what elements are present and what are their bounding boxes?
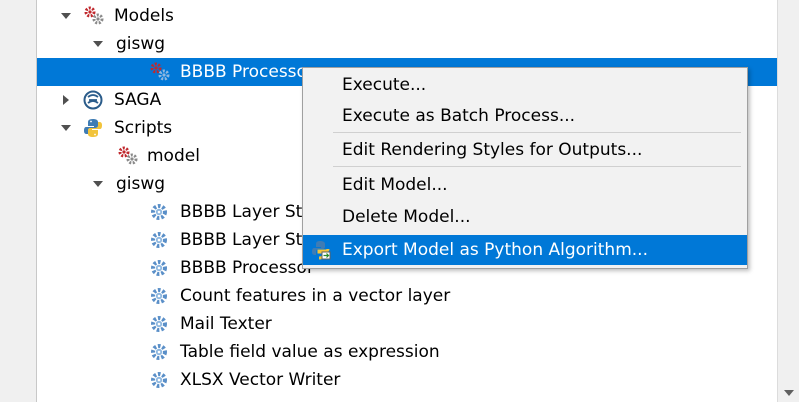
python-export-icon (311, 240, 331, 260)
tree-node-models-label: Models (114, 6, 174, 26)
menu-item-export-python[interactable]: Export Model as Python Algorithm... (303, 235, 747, 265)
blue-gear-icon (149, 258, 169, 278)
tree-node-label: Table field value as expression (180, 342, 440, 362)
menu-separator (333, 132, 741, 133)
expand-down-arrow-icon[interactable] (61, 125, 71, 131)
expand-down-arrow-icon[interactable] (93, 181, 103, 187)
menu-item-label: Delete Model... (342, 207, 471, 227)
scroll-down-arrow-icon[interactable] (784, 390, 794, 396)
vertical-scrollbar[interactable] (777, 0, 799, 402)
tree-node-label: model (147, 146, 200, 166)
tree-node-models-giswg[interactable]: giswg (37, 30, 778, 58)
menu-item-delete-model[interactable]: Delete Model... (303, 202, 747, 232)
tree-node-label: Mail Texter (180, 314, 272, 334)
tree-node-label: Count features in a vector layer (180, 286, 451, 306)
expand-right-arrow-icon[interactable] (63, 95, 69, 105)
tree-node-label: BBBB Processor (180, 258, 314, 278)
blue-gear-icon (149, 286, 169, 306)
menu-item-label: Execute... (342, 75, 427, 95)
model-gears-icon (117, 145, 138, 165)
tree-node-script[interactable]: Count features in a vector layer (37, 282, 778, 310)
tree-node-script[interactable]: Mail Texter (37, 310, 778, 338)
model-gears-icon (149, 61, 170, 81)
models-gears-icon (83, 5, 104, 25)
menu-item-label: Edit Model... (342, 175, 448, 195)
python-icon (83, 118, 103, 138)
tree-node-label: giswg (116, 34, 166, 54)
context-menu: Execute... Execute as Batch Process... E… (302, 67, 748, 269)
tree-node-label: XLSX Vector Writer (180, 370, 341, 390)
blue-gear-icon (149, 230, 169, 250)
blue-gear-icon (149, 342, 169, 362)
tree-node-label: Scripts (114, 118, 173, 138)
tree-node-models[interactable]: Models (37, 2, 778, 30)
menu-item-edit-rendering-styles[interactable]: Edit Rendering Styles for Outputs... (303, 135, 747, 165)
tree-node-label: BBBB Processo (180, 62, 307, 82)
menu-separator (333, 166, 741, 167)
menu-item-execute[interactable]: Execute... (303, 70, 747, 100)
tree-node-label: BBBB Layer Sty (180, 202, 313, 222)
blue-gear-icon (149, 314, 169, 334)
menu-item-label: Export Model as Python Algorithm... (342, 240, 648, 260)
blue-gear-icon (149, 202, 169, 222)
expand-down-arrow-icon[interactable] (93, 41, 103, 47)
tree-node-label: BBBB Layer Sty (180, 230, 313, 250)
menu-item-execute-batch[interactable]: Execute as Batch Process... (303, 101, 747, 131)
saga-icon (83, 90, 103, 110)
tree-node-script[interactable]: Table field value as expression (37, 338, 778, 366)
menu-item-edit-model[interactable]: Edit Model... (303, 170, 747, 200)
tree-node-script[interactable]: XLSX Vector Writer (37, 366, 778, 394)
tree-node-label: giswg (116, 174, 166, 194)
menu-item-label: Edit Rendering Styles for Outputs... (342, 140, 643, 160)
expand-down-arrow-icon[interactable] (61, 13, 71, 19)
tree-node-label: SAGA (114, 90, 162, 110)
menu-item-label: Execute as Batch Process... (342, 106, 576, 126)
blue-gear-icon (149, 370, 169, 390)
